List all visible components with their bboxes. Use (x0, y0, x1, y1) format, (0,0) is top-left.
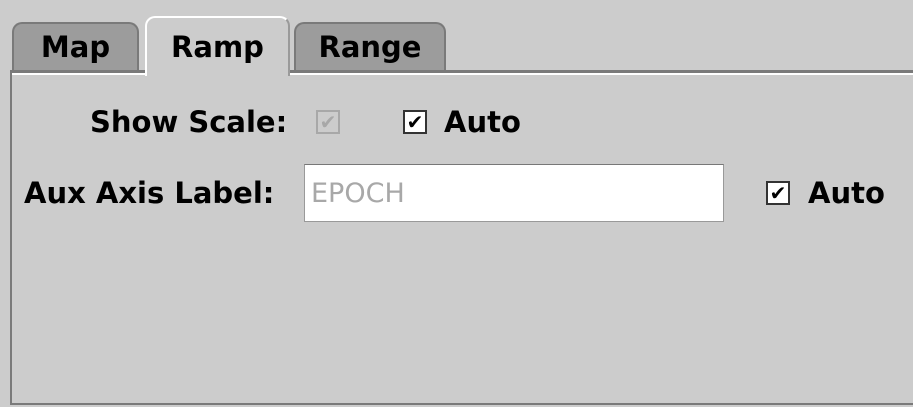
settings-window: Map Ramp Range Show Scale: ✔ ✔ Auto Aux … (0, 0, 913, 407)
show-scale-auto-checkbox[interactable]: ✔ (403, 110, 427, 134)
tab-range[interactable]: Range (294, 22, 446, 70)
checkmark-icon: ✔ (769, 181, 787, 205)
aux-axis-label-label: Aux Axis Label: (24, 176, 275, 210)
tab-map-label: Map (40, 30, 111, 64)
show-scale-label: Show Scale: (90, 105, 288, 139)
tab-ramp-label: Ramp (171, 30, 264, 64)
checkmark-icon: ✔ (406, 110, 424, 134)
aux-axis-label-input[interactable] (304, 164, 724, 222)
checkmark-icon: ✔ (319, 110, 337, 134)
show-scale-checkbox[interactable]: ✔ (316, 110, 340, 134)
tab-range-label: Range (318, 30, 422, 64)
show-scale-auto-label: Auto (444, 105, 521, 139)
tab-ramp[interactable]: Ramp (145, 16, 290, 76)
aux-axis-auto-checkbox[interactable]: ✔ (766, 181, 790, 205)
aux-axis-auto-label: Auto (808, 176, 885, 210)
tab-map[interactable]: Map (12, 22, 139, 70)
